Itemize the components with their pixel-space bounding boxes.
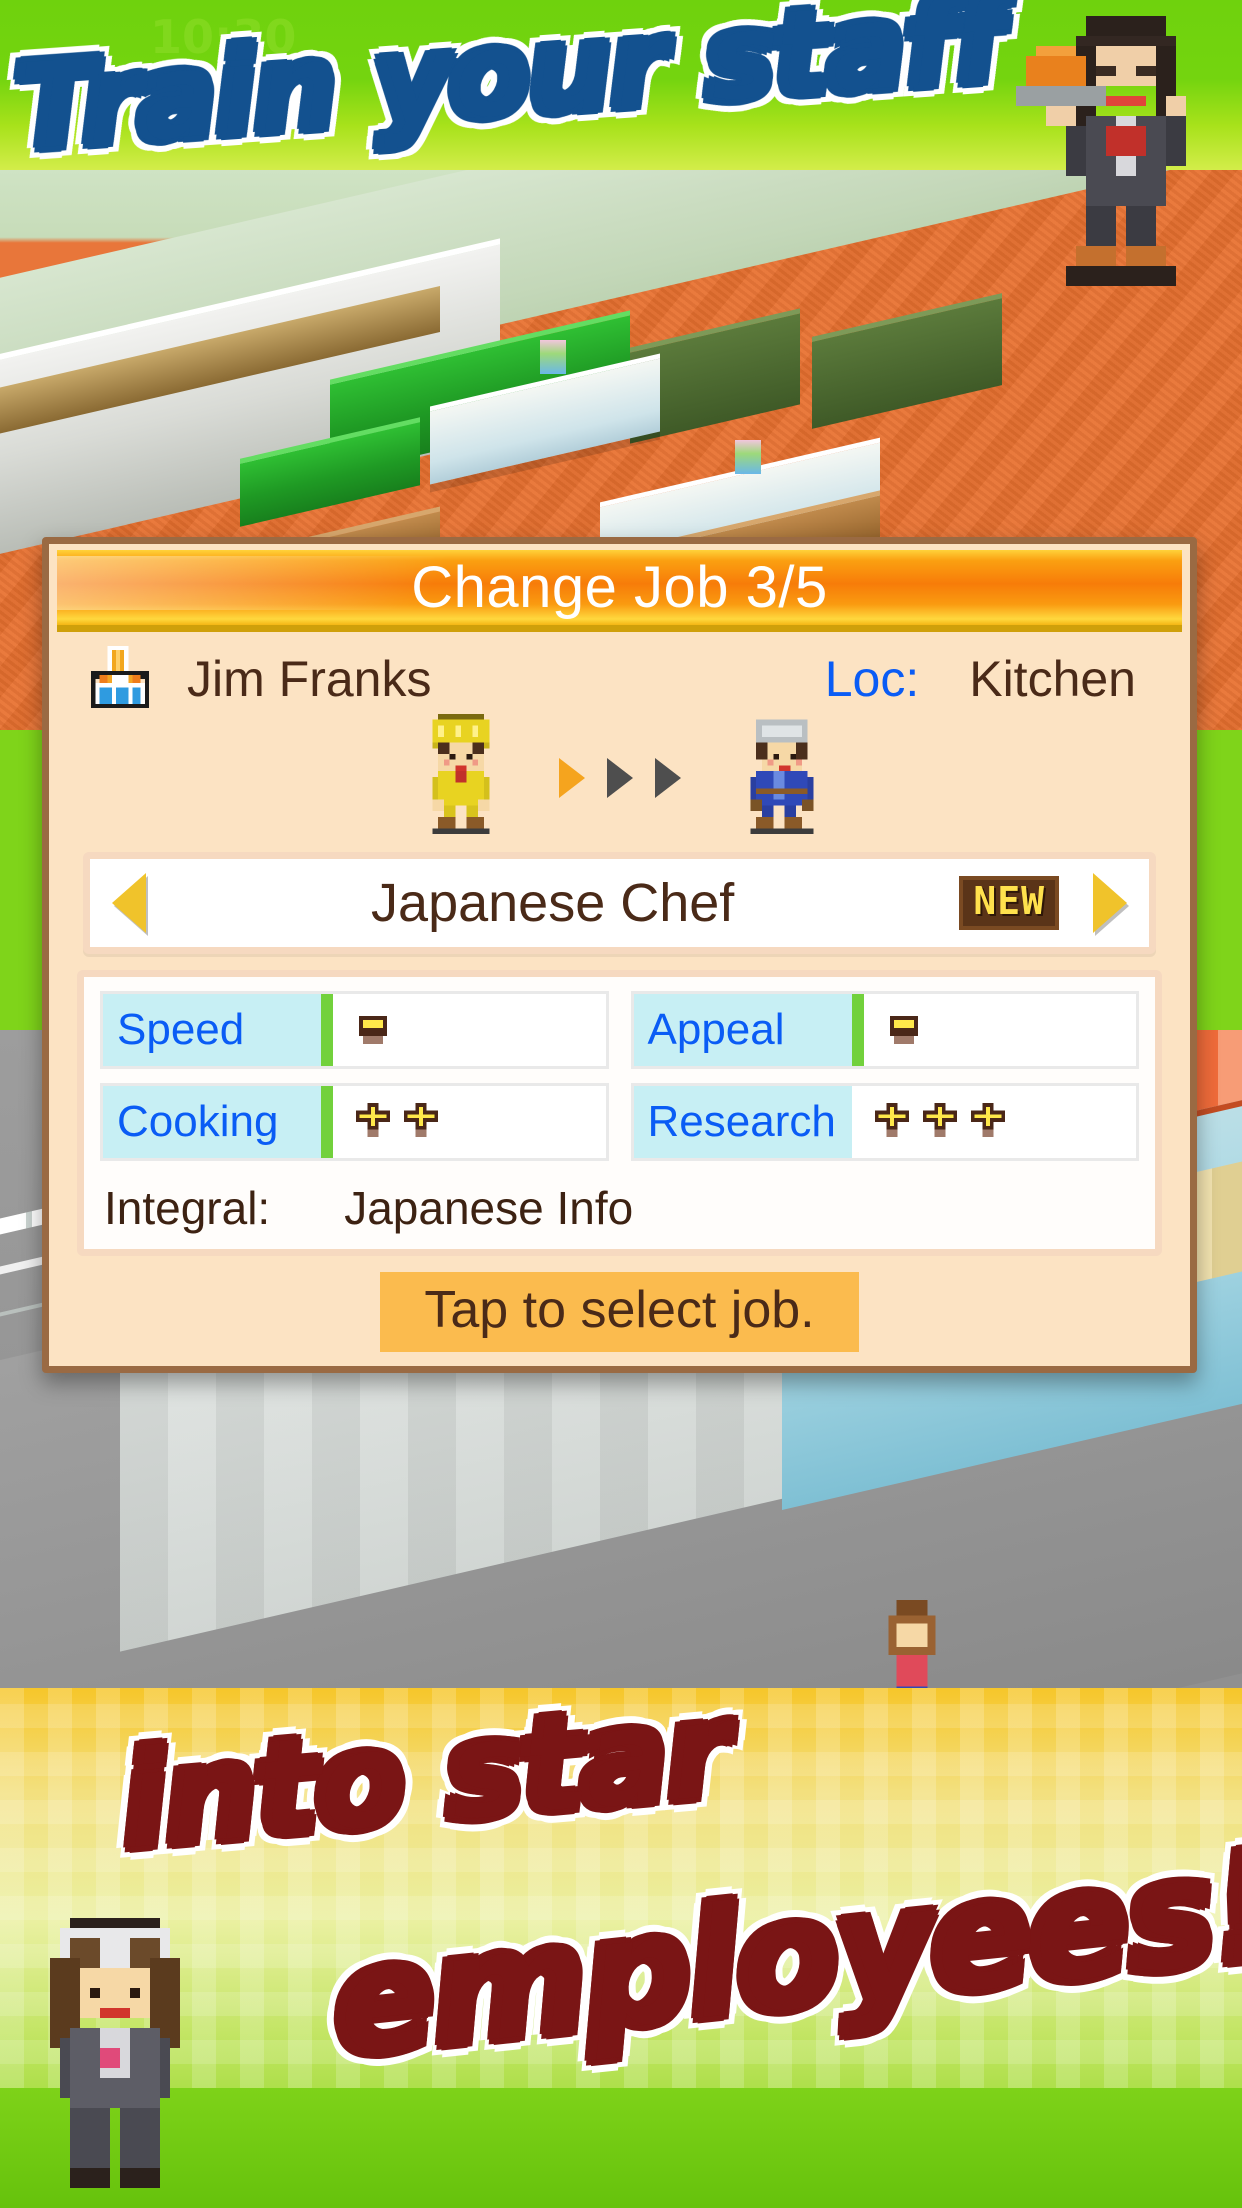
- chef-yellow-uniform-sprite: [431, 714, 490, 834]
- new-badge: NEW: [959, 876, 1059, 930]
- stats-row-2: Cooking Research: [100, 1083, 1139, 1161]
- minus-pip-icon: [889, 1016, 918, 1044]
- location-label: Loc:: [824, 651, 920, 707]
- stat-speed: Speed: [100, 991, 609, 1069]
- waitress-sprite: [50, 1918, 180, 2188]
- minus-pip-icon: [359, 1016, 387, 1044]
- stats-row-1: Speed Appeal: [100, 991, 1139, 1069]
- change-job-dialog: Change Job 3/5 Jim Franks Loc: Kitchen J…: [42, 537, 1197, 1373]
- stat-speed-bar: [321, 994, 333, 1066]
- integral-label: Integral:: [104, 1182, 271, 1234]
- japanese-chef-blue-uniform-sprite: [749, 719, 813, 834]
- tap-to-select-job-button[interactable]: Tap to select job.: [380, 1272, 859, 1352]
- stat-appeal: Appeal: [630, 991, 1139, 1069]
- transition-arrow-3-icon: [654, 758, 681, 798]
- employee-row: Jim Franks Loc: Kitchen: [49, 632, 1190, 714]
- job-name: Japanese Chef: [371, 873, 735, 933]
- plus-pip-icon: [403, 1103, 439, 1138]
- chevron-left-icon[interactable]: [112, 873, 146, 933]
- integral-row: Integral: Japanese Info: [100, 1175, 1139, 1239]
- stat-speed-pips: [333, 994, 606, 1066]
- job-transition-row: [49, 714, 1190, 844]
- tap-button-wrap: Tap to select job.: [49, 1272, 1190, 1352]
- podium-rank-1-icon: [91, 646, 149, 708]
- transition-arrows: [558, 758, 681, 798]
- dialog-title-bar: Change Job 3/5: [57, 550, 1182, 632]
- chevron-right-icon[interactable]: [1093, 873, 1127, 933]
- stat-research: Research: [630, 1083, 1139, 1161]
- plus-pip-icon: [970, 1103, 1005, 1138]
- stat-cooking-pips: [333, 1086, 606, 1158]
- dialog-title: Change Job 3/5: [411, 555, 828, 620]
- stat-cooking-label: Cooking: [103, 1086, 321, 1158]
- stat-appeal-bar: [851, 994, 864, 1066]
- stat-cooking-bar: [321, 1086, 333, 1158]
- stats-panel: Speed Appeal Cooking Research Integral: …: [77, 970, 1162, 1256]
- plus-pip-icon: [922, 1103, 957, 1138]
- plus-pip-icon: [874, 1103, 909, 1138]
- plus-pip-icon: [355, 1103, 391, 1138]
- stat-research-label: Research: [633, 1086, 852, 1158]
- stat-speed-label: Speed: [103, 994, 321, 1066]
- integral-value: Japanese Info: [344, 1182, 634, 1234]
- employee-name: Jim Franks: [187, 651, 432, 707]
- stat-appeal-pips: [863, 994, 1136, 1066]
- transition-arrow-1-icon: [558, 758, 585, 798]
- waiter-with-tray-sprite: [1016, 16, 1186, 286]
- stat-cooking: Cooking: [100, 1083, 609, 1161]
- transition-arrow-2-icon: [606, 758, 633, 798]
- stat-research-pips: [851, 1086, 1136, 1158]
- job-selector[interactable]: Japanese Chef NEW: [83, 852, 1156, 954]
- stat-appeal-label: Appeal: [633, 994, 852, 1066]
- location-value: Kitchen: [969, 651, 1136, 707]
